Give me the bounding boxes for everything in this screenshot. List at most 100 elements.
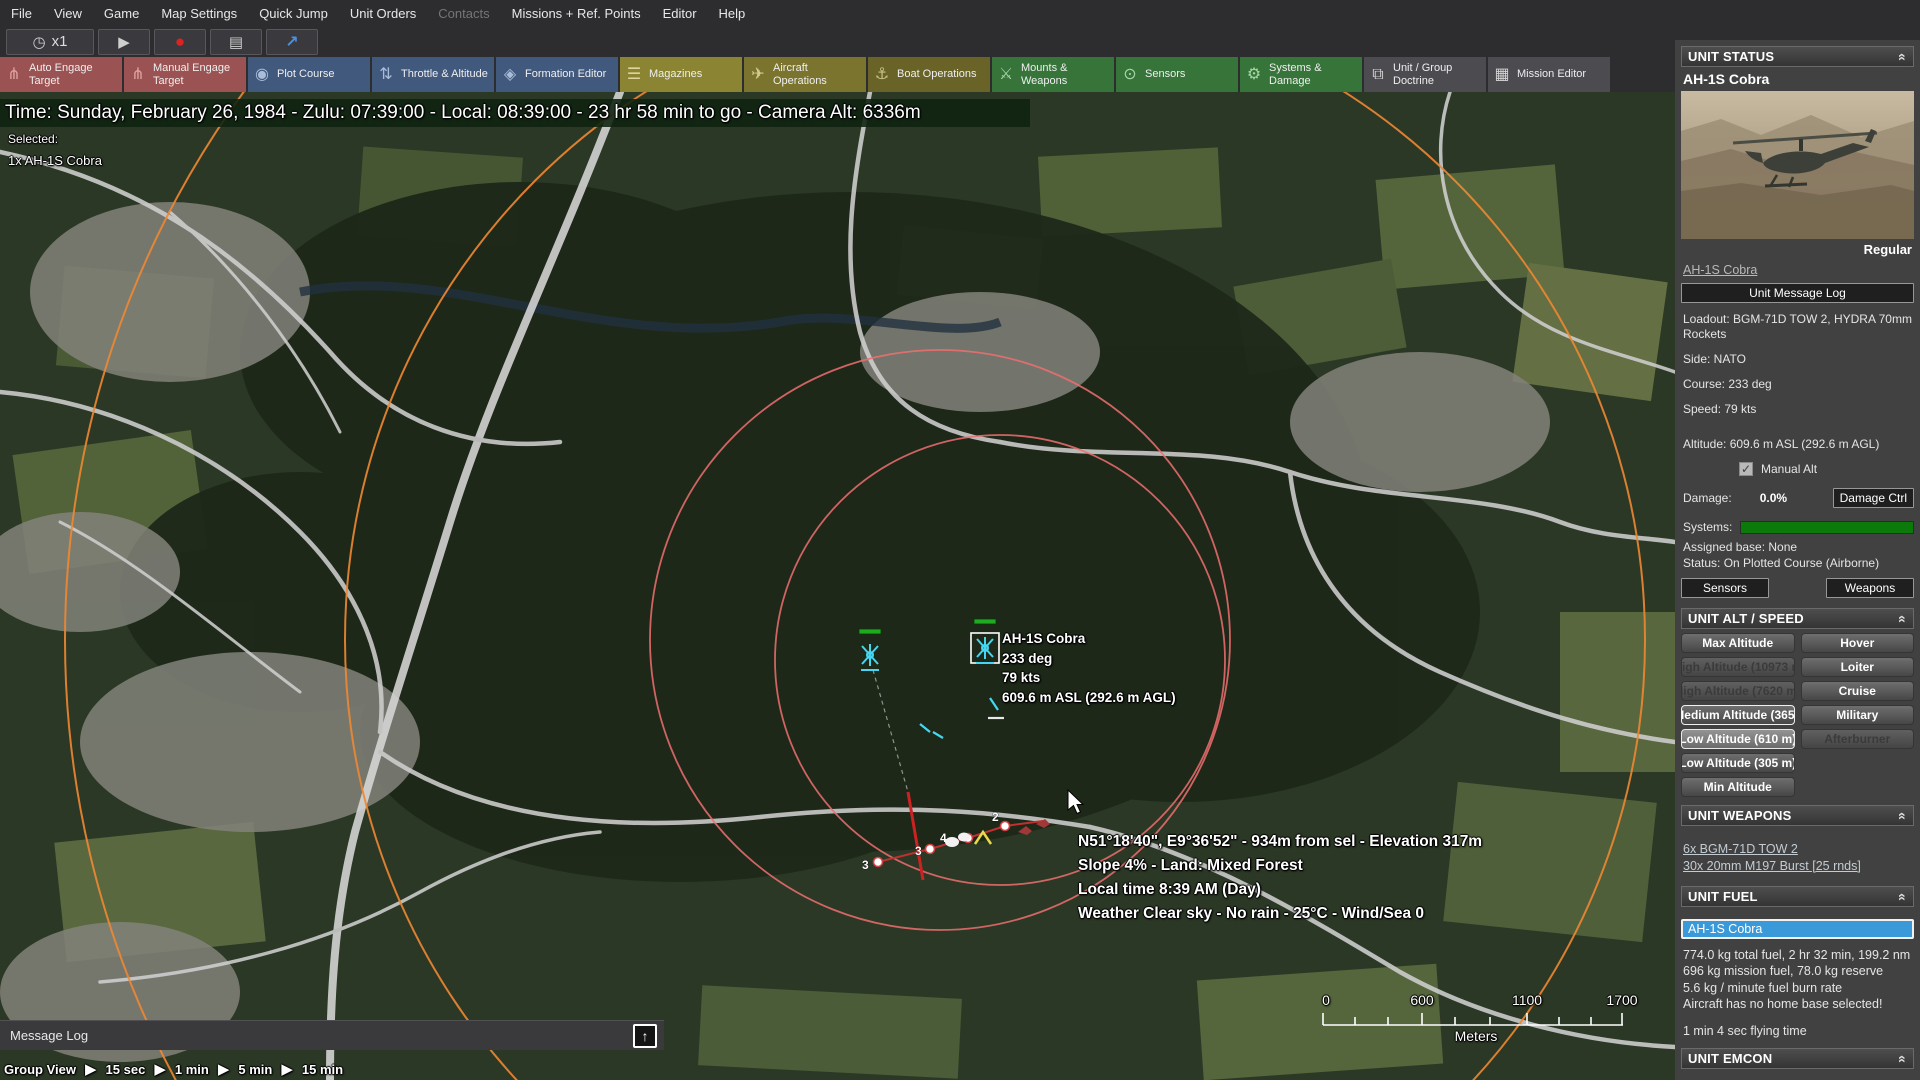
gear-icon: ⚙ xyxy=(1246,65,1262,83)
speed-15sec-button[interactable]: 15 sec xyxy=(106,1062,146,1077)
fuel-mission-line: 696 kg mission fuel, 78.0 kg reserve xyxy=(1683,964,1884,979)
group-view-toggle[interactable]: Group View xyxy=(4,1062,76,1077)
hover-button[interactable]: Hover xyxy=(1800,633,1914,653)
unit-fuel-panel-header[interactable]: UNIT FUEL « xyxy=(1681,886,1914,907)
clock-icon: ◷ xyxy=(32,33,46,51)
unit-db-link[interactable]: AH-1S Cobra xyxy=(1683,263,1912,277)
terrain xyxy=(0,92,1675,1080)
weapon-tow-link[interactable]: 6x BGM-71D TOW 2 xyxy=(1683,842,1912,856)
unit-message-log-button[interactable]: Unit Message Log xyxy=(1681,283,1914,303)
throttle-altitude-button[interactable]: ⇅ Throttle & Altitude xyxy=(372,57,494,92)
sensors-weapons-row: Sensors Weapons xyxy=(1681,578,1914,598)
manual-engage-target-button[interactable]: ⋔ Manual Engage Target xyxy=(124,57,246,92)
unit-weapons-panel-header[interactable]: UNIT WEAPONS « xyxy=(1681,805,1914,826)
satellite-map[interactable]: 3 3 4 2 xyxy=(0,92,1675,1080)
magazines-button[interactable]: ☰ Magazines xyxy=(620,57,742,92)
menu-help[interactable]: Help xyxy=(708,6,757,21)
speed-1min-button[interactable]: 1 min xyxy=(175,1062,209,1077)
play-arrow-icon: ▶ xyxy=(217,1061,230,1078)
message-log-label: Message Log xyxy=(10,1028,89,1043)
printer-button[interactable]: ▤ xyxy=(210,28,262,55)
throttle-icon: ⇅ xyxy=(379,65,393,83)
weapon-m197-link[interactable]: 30x 20mm M197 Burst [25 rnds] xyxy=(1683,859,1912,873)
speed-15min-button[interactable]: 15 min xyxy=(302,1062,343,1077)
boat-operations-button[interactable]: ⚓ Boat Operations xyxy=(868,57,990,92)
message-log-bar[interactable]: Message Log ↑ xyxy=(0,1020,664,1050)
speed-5min-button[interactable]: 5 min xyxy=(238,1062,272,1077)
menu-map-settings[interactable]: Map Settings xyxy=(150,6,248,21)
tooltip-terrain-line: Slope 4% - Land: Mixed Forest xyxy=(1078,857,1303,875)
auto-engage-target-button[interactable]: ⋔ Auto Engage Target xyxy=(0,57,122,92)
mission-editor-icon: ▦ xyxy=(1494,65,1510,83)
sensors-panel-button[interactable]: Sensors xyxy=(1681,578,1769,598)
menu-unit-orders[interactable]: Unit Orders xyxy=(339,6,427,21)
collapse-chevron-icon[interactable]: « xyxy=(1895,893,1911,901)
sensors-icon: ⊙ xyxy=(1123,65,1137,83)
menu-quick-jump[interactable]: Quick Jump xyxy=(248,6,339,21)
panel-title: UNIT EMCON xyxy=(1688,1051,1773,1066)
collapse-chevron-icon[interactable]: « xyxy=(1895,53,1911,61)
manual-alt-checkbox[interactable]: ✓ xyxy=(1739,462,1753,476)
unit-map-label-speed: 79 kts xyxy=(1002,670,1041,686)
altitude-line: Altitude: 609.6 m ASL (292.6 m AGL) xyxy=(1683,437,1880,451)
scale-unit-label: Meters xyxy=(1454,1028,1498,1044)
systems-damage-button[interactable]: ⚙ Systems & Damage xyxy=(1240,57,1362,92)
medium-altitude-button[interactable]: Medium Altitude (3658 xyxy=(1681,705,1795,725)
play-icon: ▶ xyxy=(118,33,130,51)
unit-group-doctrine-button[interactable]: ⧉ Unit / Group Doctrine xyxy=(1364,57,1486,92)
collapse-chevron-icon[interactable]: « xyxy=(1895,615,1911,623)
record-button[interactable]: ● xyxy=(154,28,206,55)
assigned-base-line: Assigned base: None xyxy=(1683,540,1798,554)
formation-editor-button[interactable]: ◈ Formation Editor xyxy=(496,57,618,92)
mounts-weapons-button[interactable]: ⚔ Mounts & Weapons xyxy=(992,57,1114,92)
magazines-icon: ☰ xyxy=(626,65,642,83)
unit-alt-speed-panel-header[interactable]: UNIT ALT / SPEED « xyxy=(1681,608,1914,629)
menu-missions-ref-points[interactable]: Missions + Ref. Points xyxy=(501,6,652,21)
unit-status-panel-header[interactable]: UNIT STATUS « xyxy=(1681,46,1914,67)
min-altitude-button[interactable]: Min Altitude xyxy=(1681,777,1795,797)
cruise-button[interactable]: Cruise xyxy=(1800,681,1914,701)
menu-view[interactable]: View xyxy=(43,6,93,21)
unit-map-label-course: 233 deg xyxy=(1002,650,1053,666)
time-compression-controls: Group View ▶ 15 sec ▶ 1 min ▶ 5 min ▶ 15… xyxy=(4,1060,343,1078)
collapse-chevron-icon[interactable]: « xyxy=(1895,1055,1911,1063)
military-button[interactable]: Military xyxy=(1800,705,1914,725)
systems-row: Systems: xyxy=(1683,520,1914,534)
map-hover-tooltip: N51°18'40", E9°36'52" - 934m from sel - … xyxy=(1078,830,1482,926)
mission-editor-button[interactable]: ▦ Mission Editor xyxy=(1488,57,1610,92)
play-arrow-icon: ▶ xyxy=(85,1061,97,1078)
panel-title: UNIT WEAPONS xyxy=(1688,808,1792,823)
aircraft-operations-button[interactable]: ✈ Aircraft Operations xyxy=(744,57,866,92)
damage-ctrl-button[interactable]: Damage Ctrl xyxy=(1832,488,1914,508)
scale-tick-1700: 1700 xyxy=(1606,992,1638,1008)
panel-title: UNIT ALT / SPEED xyxy=(1688,611,1804,626)
menu-game[interactable]: Game xyxy=(93,6,150,21)
claw-icon: ⋔ xyxy=(131,65,145,83)
max-altitude-button[interactable]: Max Altitude xyxy=(1681,633,1795,653)
low-altitude-610-button[interactable]: Low Altitude (610 m) xyxy=(1681,729,1795,749)
unit-emcon-panel-header[interactable]: UNIT EMCON « xyxy=(1681,1048,1914,1069)
menu-editor[interactable]: Editor xyxy=(652,6,708,21)
time-compression-button[interactable]: ◷ x1 xyxy=(6,28,94,55)
play-arrow-icon: ▶ xyxy=(154,1061,166,1078)
menu-contacts: Contacts xyxy=(438,5,490,21)
record-icon: ● xyxy=(174,31,186,51)
plot-course-button[interactable]: ◉ Plot Course xyxy=(248,57,370,92)
manual-alt-label: Manual Alt xyxy=(1761,462,1818,476)
menu-file[interactable]: File xyxy=(0,6,43,21)
scale-tick-0: 0 xyxy=(1322,992,1330,1008)
low-altitude-305-button[interactable]: Low Altitude (305 m) xyxy=(1681,753,1795,773)
map-viewport[interactable]: 3 3 4 2 Time: Sunday, February 26, 1984 … xyxy=(0,92,1675,1080)
play-button[interactable]: ▶ xyxy=(98,28,150,55)
alt-speed-grid: Max Altitude Hover High Altitude (10973 … xyxy=(1681,633,1914,797)
sensors-button[interactable]: ⊙ Sensors xyxy=(1116,57,1238,92)
message-log-expand-button[interactable]: ↑ xyxy=(633,1024,657,1048)
loiter-button[interactable]: Loiter xyxy=(1800,657,1914,677)
systems-health-bar xyxy=(1740,520,1914,534)
weapons-panel-button[interactable]: Weapons xyxy=(1826,578,1914,598)
fuel-unit-selector[interactable]: AH-1S Cobra xyxy=(1681,919,1914,939)
collapse-chevron-icon[interactable]: « xyxy=(1895,812,1911,820)
quick-jump-button[interactable]: ↗ xyxy=(266,28,318,55)
flying-time-line: 1 min 4 sec flying time xyxy=(1683,1024,1807,1038)
fuel-homebase-line: Aircraft has no home base selected! xyxy=(1683,996,1883,1011)
